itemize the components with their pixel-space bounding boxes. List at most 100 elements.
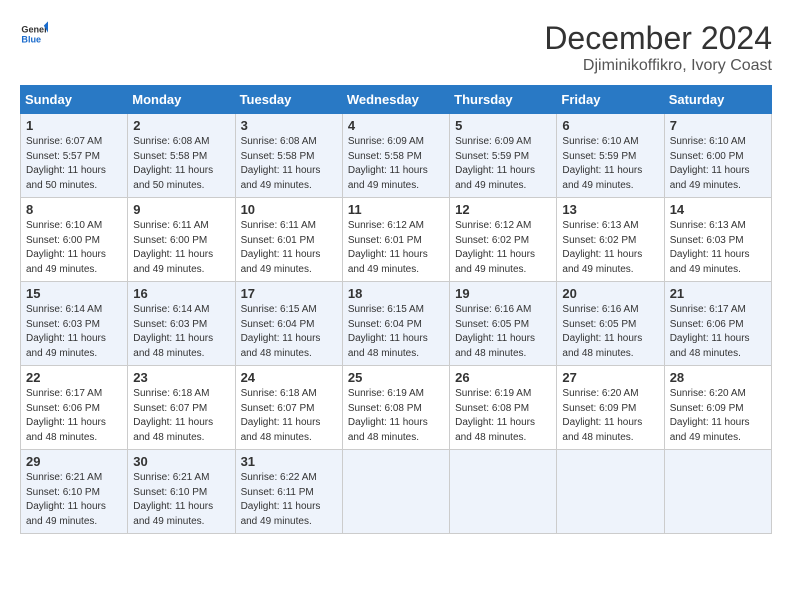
weekday-header: Thursday [450, 86, 557, 114]
day-number: 20 [562, 286, 658, 301]
day-number: 30 [133, 454, 229, 469]
calendar-cell: 13 Sunrise: 6:13 AMSunset: 6:02 PMDayligh… [557, 198, 664, 282]
svg-text:General: General [21, 25, 48, 35]
calendar-cell: 8 Sunrise: 6:10 AMSunset: 6:00 PMDaylight… [21, 198, 128, 282]
day-detail: Sunrise: 6:15 AMSunset: 6:04 PMDaylight:… [348, 303, 444, 361]
day-detail: Sunrise: 6:16 AMSunset: 6:05 PMDaylight:… [455, 303, 551, 361]
day-detail: Sunrise: 6:14 AMSunset: 6:03 PMDaylight:… [133, 303, 229, 361]
calendar-cell: 5 Sunrise: 6:09 AMSunset: 5:59 PMDaylight… [450, 114, 557, 198]
day-number: 14 [670, 202, 766, 217]
day-number: 10 [241, 202, 337, 217]
day-number: 28 [670, 370, 766, 385]
day-detail: Sunrise: 6:21 AMSunset: 6:10 PMDaylight:… [133, 471, 229, 529]
day-detail: Sunrise: 6:12 AMSunset: 6:02 PMDaylight:… [455, 219, 551, 277]
calendar-cell: 21 Sunrise: 6:17 AMSunset: 6:06 PMDayligh… [664, 282, 771, 366]
day-detail: Sunrise: 6:13 AMSunset: 6:03 PMDaylight:… [670, 219, 766, 277]
day-number: 11 [348, 202, 444, 217]
calendar-cell: 7Sunrise: 6:10 AMSunset: 6:00 PMDaylight… [664, 114, 771, 198]
day-number: 24 [241, 370, 337, 385]
calendar-cell: 11 Sunrise: 6:12 AMSunset: 6:01 PMDayligh… [342, 198, 449, 282]
day-number: 27 [562, 370, 658, 385]
calendar-cell: 9Sunrise: 6:11 AMSunset: 6:00 PMDaylight… [128, 198, 235, 282]
weekday-header: Friday [557, 86, 664, 114]
day-detail: Sunrise: 6:20 AMSunset: 6:09 PMDaylight:… [562, 387, 658, 445]
calendar-week-row: 8 Sunrise: 6:10 AMSunset: 6:00 PMDaylight… [21, 198, 772, 282]
day-detail: Sunrise: 6:17 AMSunset: 6:06 PMDaylight:… [26, 387, 122, 445]
day-detail: Sunrise: 6:07 AMSunset: 5:57 PMDaylight:… [26, 135, 122, 193]
weekday-header: Sunday [21, 86, 128, 114]
calendar-cell: 27 Sunrise: 6:20 AMSunset: 6:09 PMDayligh… [557, 366, 664, 450]
day-detail: Sunrise: 6:17 AMSunset: 6:06 PMDaylight:… [670, 303, 766, 361]
calendar-week-row: 15 Sunrise: 6:14 AMSunset: 6:03 PMDayligh… [21, 282, 772, 366]
calendar-cell: 29 Sunrise: 6:21 AMSunset: 6:10 PMDayligh… [21, 450, 128, 534]
calendar-cell: 31 Sunrise: 6:22 AMSunset: 6:11 PMDayligh… [235, 450, 342, 534]
day-detail: Sunrise: 6:09 AMSunset: 5:58 PMDaylight:… [348, 135, 444, 193]
calendar-header: SundayMondayTuesdayWednesdayThursdayFrid… [21, 86, 772, 114]
calendar-cell: 20 Sunrise: 6:16 AMSunset: 6:05 PMDayligh… [557, 282, 664, 366]
day-number: 18 [348, 286, 444, 301]
location-title: Djiminikoffikro, Ivory Coast [544, 57, 772, 75]
day-number: 25 [348, 370, 444, 385]
calendar-cell [342, 450, 449, 534]
day-detail: Sunrise: 6:22 AMSunset: 6:11 PMDaylight:… [241, 471, 337, 529]
calendar-cell: 30 Sunrise: 6:21 AMSunset: 6:10 PMDayligh… [128, 450, 235, 534]
day-detail: Sunrise: 6:12 AMSunset: 6:01 PMDaylight:… [348, 219, 444, 277]
calendar-cell: 22 Sunrise: 6:17 AMSunset: 6:06 PMDayligh… [21, 366, 128, 450]
day-detail: Sunrise: 6:08 AMSunset: 5:58 PMDaylight:… [133, 135, 229, 193]
logo: General Blue [20, 20, 48, 48]
calendar-cell: 17Sunrise: 6:15 AMSunset: 6:04 PMDayligh… [235, 282, 342, 366]
day-number: 31 [241, 454, 337, 469]
calendar-cell: 10 Sunrise: 6:11 AMSunset: 6:01 PMDayligh… [235, 198, 342, 282]
weekday-header: Saturday [664, 86, 771, 114]
day-detail: Sunrise: 6:11 AMSunset: 6:00 PMDaylight:… [133, 219, 229, 277]
weekday-header: Wednesday [342, 86, 449, 114]
day-number: 29 [26, 454, 122, 469]
day-number: 4 [348, 118, 444, 133]
calendar-cell [664, 450, 771, 534]
day-detail: Sunrise: 6:11 AMSunset: 6:01 PMDaylight:… [241, 219, 337, 277]
calendar-week-row: 1 Sunrise: 6:07 AMSunset: 5:57 PMDaylight… [21, 114, 772, 198]
day-detail: Sunrise: 6:21 AMSunset: 6:10 PMDaylight:… [26, 471, 122, 529]
calendar-cell: 18 Sunrise: 6:15 AMSunset: 6:04 PMDayligh… [342, 282, 449, 366]
calendar-cell [557, 450, 664, 534]
calendar-cell: 25 Sunrise: 6:19 AMSunset: 6:08 PMDayligh… [342, 366, 449, 450]
calendar-table: SundayMondayTuesdayWednesdayThursdayFrid… [20, 85, 772, 534]
day-detail: Sunrise: 6:16 AMSunset: 6:05 PMDaylight:… [562, 303, 658, 361]
day-number: 16 [133, 286, 229, 301]
day-detail: Sunrise: 6:18 AMSunset: 6:07 PMDaylight:… [133, 387, 229, 445]
day-number: 13 [562, 202, 658, 217]
day-detail: Sunrise: 6:08 AMSunset: 5:58 PMDaylight:… [241, 135, 337, 193]
day-detail: Sunrise: 6:19 AMSunset: 6:08 PMDaylight:… [348, 387, 444, 445]
month-title: December 2024 [544, 20, 772, 57]
calendar-cell: 26Sunrise: 6:19 AMSunset: 6:08 PMDayligh… [450, 366, 557, 450]
day-number: 15 [26, 286, 122, 301]
calendar-cell: 2 Sunrise: 6:08 AMSunset: 5:58 PMDaylight… [128, 114, 235, 198]
calendar-cell: 24 Sunrise: 6:18 AMSunset: 6:07 PMDayligh… [235, 366, 342, 450]
calendar-week-row: 29 Sunrise: 6:21 AMSunset: 6:10 PMDayligh… [21, 450, 772, 534]
day-number: 22 [26, 370, 122, 385]
weekday-header: Tuesday [235, 86, 342, 114]
calendar-cell: 3 Sunrise: 6:08 AMSunset: 5:58 PMDaylight… [235, 114, 342, 198]
day-number: 6 [562, 118, 658, 133]
day-number: 23 [133, 370, 229, 385]
day-detail: Sunrise: 6:10 AMSunset: 6:00 PMDaylight:… [26, 219, 122, 277]
day-detail: Sunrise: 6:09 AMSunset: 5:59 PMDaylight:… [455, 135, 551, 193]
calendar-cell: 6Sunrise: 6:10 AMSunset: 5:59 PMDaylight… [557, 114, 664, 198]
day-detail: Sunrise: 6:13 AMSunset: 6:02 PMDaylight:… [562, 219, 658, 277]
calendar-cell: 1 Sunrise: 6:07 AMSunset: 5:57 PMDaylight… [21, 114, 128, 198]
day-number: 8 [26, 202, 122, 217]
calendar-cell: 12Sunrise: 6:12 AMSunset: 6:02 PMDayligh… [450, 198, 557, 282]
day-number: 19 [455, 286, 551, 301]
day-number: 7 [670, 118, 766, 133]
day-detail: Sunrise: 6:15 AMSunset: 6:04 PMDaylight:… [241, 303, 337, 361]
day-number: 2 [133, 118, 229, 133]
day-detail: Sunrise: 6:20 AMSunset: 6:09 PMDaylight:… [670, 387, 766, 445]
weekday-header: Monday [128, 86, 235, 114]
day-detail: Sunrise: 6:18 AMSunset: 6:07 PMDaylight:… [241, 387, 337, 445]
day-number: 5 [455, 118, 551, 133]
calendar-cell: 28 Sunrise: 6:20 AMSunset: 6:09 PMDayligh… [664, 366, 771, 450]
day-detail: Sunrise: 6:19 AMSunset: 6:08 PMDaylight:… [455, 387, 551, 445]
day-number: 3 [241, 118, 337, 133]
day-number: 21 [670, 286, 766, 301]
day-number: 1 [26, 118, 122, 133]
